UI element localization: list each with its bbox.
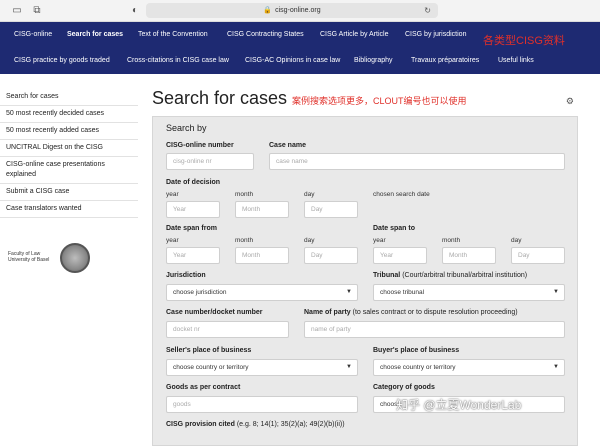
sidebar-item-presentations[interactable]: CISG-online case presentations explained	[0, 157, 138, 184]
from-month-label: month	[235, 237, 254, 244]
university-logo[interactable]: Faculty of Law University of Basel	[8, 243, 98, 277]
nav-item-convention[interactable]: Text of the Convention	[138, 22, 208, 48]
nav-item-home[interactable]: CISG-online	[14, 22, 52, 48]
to-day-label: day	[511, 237, 522, 244]
tribunal-label: Tribunal (Court/arbitral tribunal/arbitr…	[373, 272, 527, 279]
party-input[interactable]: name of party	[304, 321, 565, 338]
nav-item-bibliography[interactable]: Bibliography	[354, 48, 393, 74]
to-year-input[interactable]: Year	[373, 247, 427, 264]
seller-label: Seller's place of business	[166, 347, 252, 354]
dropdown-arrow-icon: ▼	[346, 364, 352, 370]
from-year-label: year	[166, 237, 179, 244]
logo-line-2: University of Basel	[8, 257, 50, 263]
goods-label: Goods as per contract	[166, 384, 241, 391]
goods-input[interactable]: goods	[166, 396, 358, 413]
decision-month-input[interactable]: Month	[235, 201, 289, 218]
nav-row-1: CISG-online Search for cases Text of the…	[0, 22, 600, 48]
lock-icon: 🔒	[263, 7, 273, 14]
decision-month-label: month	[235, 191, 254, 198]
from-day-input[interactable]: Day	[304, 247, 358, 264]
date-to-label: Date span to	[373, 225, 416, 232]
sidebar-toggle-icon[interactable]: ▭	[10, 4, 24, 18]
decision-year-input[interactable]: Year	[166, 201, 220, 218]
dropdown-arrow-icon: ▼	[346, 289, 352, 295]
case-number-label: Case number/docket number	[166, 309, 263, 316]
buyer-select[interactable]: choose country or territory ▼	[373, 359, 565, 376]
decision-day-label: day	[304, 191, 315, 198]
case-number-input[interactable]: docket nr	[166, 321, 289, 338]
sidebar-item-recent-added[interactable]: 50 most recently added cases	[0, 123, 138, 140]
nav-item-states[interactable]: CISG Contracting States	[227, 22, 304, 48]
tribunal-hint: (Court/arbitral tribunal/arbitral instit…	[402, 272, 528, 279]
provision-label-text: CISG provision cited	[166, 421, 235, 428]
tribunal-label-text: Tribunal	[373, 272, 401, 279]
sidebar-item-digest[interactable]: UNCITRAL Digest on the CISG	[0, 140, 138, 157]
cisg-number-label: CISG-online number	[166, 142, 234, 149]
to-month-label: month	[442, 237, 461, 244]
logo-text: Faculty of Law University of Basel	[8, 251, 49, 263]
nav-item-goods[interactable]: CISG practice by goods traded	[14, 48, 110, 74]
nav-item-cross-citations[interactable]: Cross-citations in CISG case law	[127, 48, 229, 74]
category-value: choos	[380, 401, 398, 408]
from-month-input[interactable]: Month	[235, 247, 289, 264]
to-day-input[interactable]: Day	[511, 247, 565, 264]
jurisdiction-value: choose jurisdiction	[173, 289, 227, 296]
party-label-text: Name of party	[304, 309, 351, 316]
cisg-number-input[interactable]: cisg-online nr	[166, 153, 254, 170]
jurisdiction-label: Jurisdiction	[166, 272, 206, 279]
to-year-label: year	[373, 237, 386, 244]
seller-select[interactable]: choose country or territory ▼	[166, 359, 358, 376]
party-hint: (to sales contract or to dispute resolut…	[352, 309, 518, 316]
tribunal-select[interactable]: choose tribunal ▼	[373, 284, 565, 301]
decision-year-label: year	[166, 191, 179, 198]
decision-day-input[interactable]: Day	[304, 201, 358, 218]
to-month-input[interactable]: Month	[442, 247, 496, 264]
provision-hint: (e.g. 8; 14(1); 35(2)(a); 49(2)(b)(ii))	[236, 421, 345, 428]
gear-icon[interactable]: ⚙	[566, 96, 574, 107]
tribunal-value: choose tribunal	[380, 289, 425, 296]
sidebar-item-recent-decided[interactable]: 50 most recently decided cases	[0, 106, 138, 123]
provision-label: CISG provision cited (e.g. 8; 14(1); 35(…	[166, 421, 345, 428]
jurisdiction-select[interactable]: choose jurisdiction ▼	[166, 284, 358, 301]
sidebar-item-search[interactable]: Search for cases	[0, 88, 138, 106]
dropdown-arrow-icon: ▼	[553, 364, 559, 370]
date-from-label: Date span from	[166, 225, 217, 232]
sidebar: Search for cases 50 most recently decide…	[0, 88, 138, 273]
case-name-label: Case name	[269, 142, 306, 149]
reload-icon[interactable]: ↻	[424, 3, 431, 18]
page-title: Search for cases	[152, 88, 288, 108]
panel-heading: Search by	[166, 123, 207, 133]
nav-item-opinions[interactable]: CISG-AC Opinions in case law	[245, 48, 340, 74]
url-text: cisg-online.org	[275, 7, 321, 14]
chosen-date-text: chosen search date	[373, 191, 430, 198]
nav-item-jurisdiction[interactable]: CISG by jurisdiction	[405, 22, 466, 48]
nav-item-links[interactable]: Useful links	[498, 48, 534, 74]
sidebar-item-translators[interactable]: Case translators wanted	[0, 201, 138, 218]
party-label: Name of party (to sales contract or to d…	[304, 309, 518, 316]
watermark-text: 知乎 @立夏WonderLab	[396, 398, 522, 412]
category-label: Category of goods	[373, 384, 435, 391]
buyer-value: choose country or territory	[380, 364, 456, 371]
date-decision-label: Date of decision	[166, 179, 221, 186]
address-bar[interactable]: 🔒 cisg-online.org ↻	[146, 3, 438, 18]
privacy-shield-icon[interactable]: ◐	[128, 4, 142, 18]
nav-item-search[interactable]: Search for cases	[67, 22, 123, 48]
buyer-label: Buyer's place of business	[373, 347, 460, 354]
main-navigation: CISG-online Search for cases Text of the…	[0, 22, 600, 74]
sidebar-item-submit[interactable]: Submit a CISG case	[0, 184, 138, 201]
university-seal-icon	[60, 243, 90, 273]
tab-icon[interactable]: ⧉	[30, 4, 44, 18]
nav-item-travaux[interactable]: Travaux préparatoires	[411, 48, 479, 74]
nav-item-article[interactable]: CISG Article by Article	[320, 22, 388, 48]
dropdown-arrow-icon: ▼	[553, 289, 559, 295]
browser-toolbar: ▭ ⧉ ◐ 🔒 cisg-online.org ↻	[0, 0, 600, 22]
nav-annotation: 各类型CISG资料	[483, 35, 565, 47]
case-name-input[interactable]: case name	[269, 153, 565, 170]
from-year-input[interactable]: Year	[166, 247, 220, 264]
nav-row-2: CISG practice by goods traded Cross-cita…	[0, 48, 600, 74]
title-annotation: 案例搜索选项更多，CLOUT编号也可以使用	[292, 96, 467, 106]
seller-value: choose country or territory	[173, 364, 249, 371]
from-day-label: day	[304, 237, 315, 244]
